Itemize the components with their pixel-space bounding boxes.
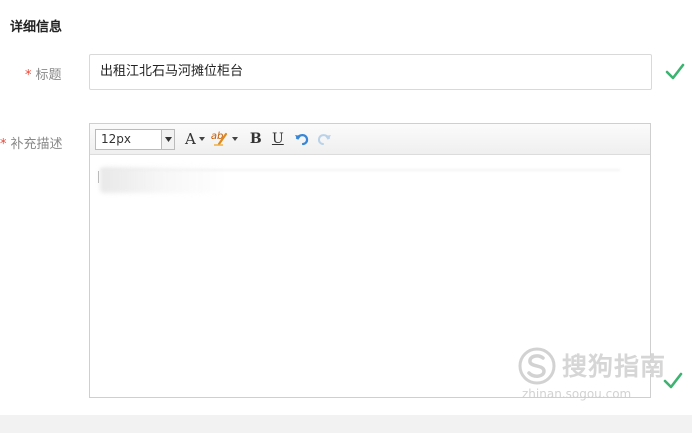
check-icon: [663, 372, 683, 389]
font-color-icon: A: [185, 130, 196, 148]
editor-content-area[interactable]: [90, 155, 650, 397]
font-size-value: 12px: [101, 131, 131, 146]
title-label-text: 标题: [35, 68, 62, 83]
section-title: 详细信息: [10, 20, 63, 35]
undo-icon: [294, 134, 308, 146]
check-icon: [665, 63, 685, 80]
bold-button[interactable]: B: [248, 129, 264, 150]
underline-icon: U: [271, 131, 284, 147]
description-label: * 补充描述: [0, 133, 63, 152]
required-mark: *: [0, 137, 7, 152]
text-cursor: [98, 171, 99, 183]
dropdown-caret-icon: [161, 129, 174, 149]
highlight-button[interactable]: ab: [211, 129, 238, 150]
highlight-icon: ab: [211, 131, 229, 147]
redo-icon: [317, 134, 331, 145]
font-size-select[interactable]: 12px: [95, 128, 175, 150]
title-label: * 标题: [25, 64, 62, 83]
footer-band: [0, 415, 692, 433]
description-label-text: 补充描述: [10, 137, 63, 152]
required-mark: *: [25, 68, 32, 83]
font-color-button[interactable]: A: [185, 129, 205, 150]
title-input[interactable]: 出租江北石马河摊位柜台: [89, 54, 652, 90]
rich-text-editor: 12px A ab B U: [89, 123, 651, 398]
redo-button[interactable]: [316, 129, 332, 150]
dropdown-caret-icon: [231, 137, 238, 141]
bold-icon: B: [249, 131, 262, 147]
undo-button[interactable]: [294, 129, 310, 150]
blurred-content: [100, 167, 230, 193]
dropdown-caret-icon: [198, 137, 205, 141]
editor-toolbar: 12px A ab B U: [90, 124, 650, 155]
underline-button[interactable]: U: [270, 129, 286, 150]
